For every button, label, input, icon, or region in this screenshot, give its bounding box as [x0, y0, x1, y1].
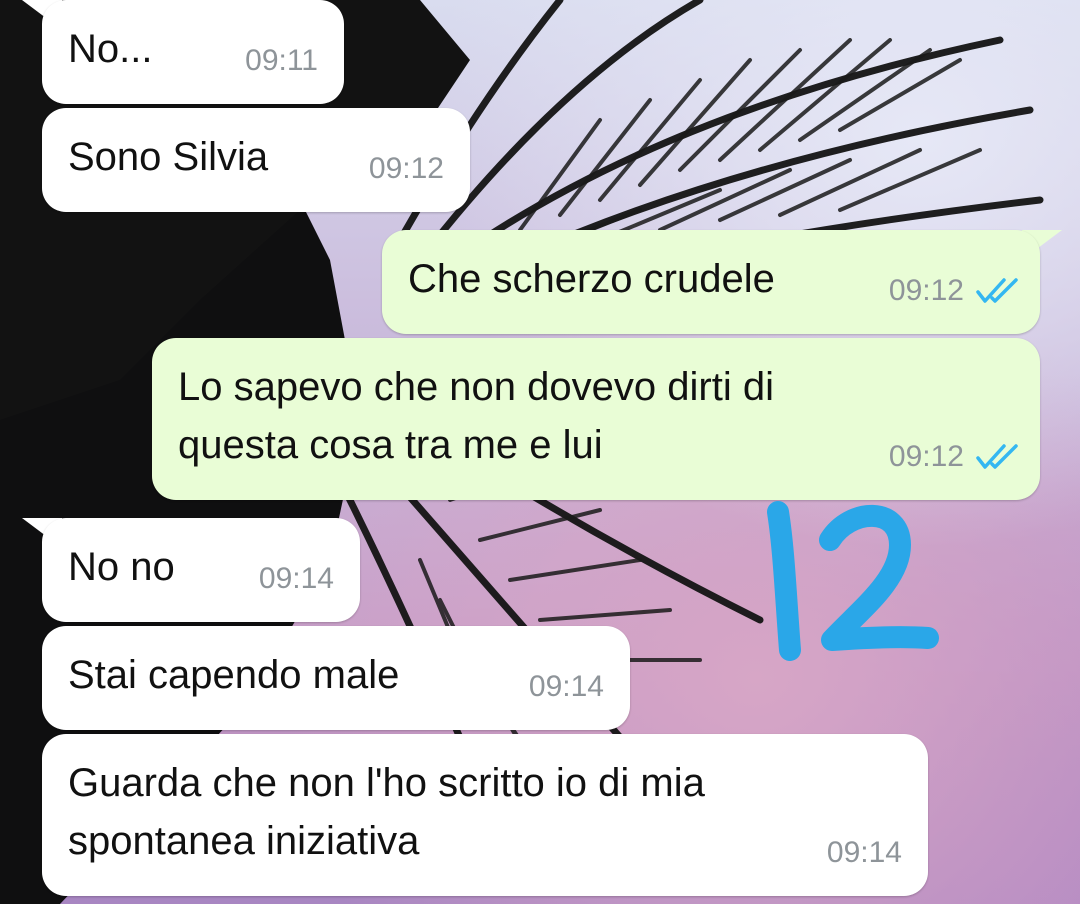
message-incoming[interactable]: Guarda che non l'ho scritto io di mia sp…	[42, 734, 928, 896]
message-meta: 09:12	[889, 428, 1020, 486]
message-time: 09:12	[888, 274, 964, 307]
message-meta: 09:11	[245, 32, 318, 90]
message-outgoing[interactable]: Lo sapevo che non dovevo dirti di questa…	[152, 338, 1040, 500]
handwritten-number-annotation	[767, 501, 939, 661]
message-time: 09:14	[258, 562, 334, 595]
message-text-line: Lo sapevo che non dovevo dirti di	[178, 365, 774, 409]
message-time: 09:12	[888, 440, 964, 473]
message-meta: 09:14	[529, 658, 604, 716]
message-time: 09:14	[528, 670, 604, 703]
message-text: Stai capendo male	[68, 653, 400, 697]
message-outgoing[interactable]: Che scherzo crudele 09:12	[382, 230, 1040, 334]
double-check-icon	[976, 278, 1018, 303]
message-incoming[interactable]: Sono Silvia 09:12	[42, 108, 470, 212]
message-incoming[interactable]: Stai capendo male 09:14	[42, 626, 630, 730]
message-meta: 09:12	[369, 140, 444, 198]
double-check-icon	[976, 444, 1018, 469]
message-text-line: Guarda che non l'ho scritto io di mia	[68, 761, 705, 805]
message-time: 09:11	[245, 44, 318, 77]
message-meta: 09:12	[889, 262, 1020, 320]
message-incoming[interactable]: No... 09:11	[42, 0, 344, 104]
message-time: 09:12	[368, 152, 444, 185]
message-time: 09:14	[826, 836, 902, 869]
message-incoming[interactable]: No no 09:14	[42, 518, 360, 622]
message-text-line: spontanea iniziativa	[68, 819, 420, 863]
message-meta: 09:14	[259, 550, 334, 608]
message-meta: 09:14	[827, 824, 902, 882]
